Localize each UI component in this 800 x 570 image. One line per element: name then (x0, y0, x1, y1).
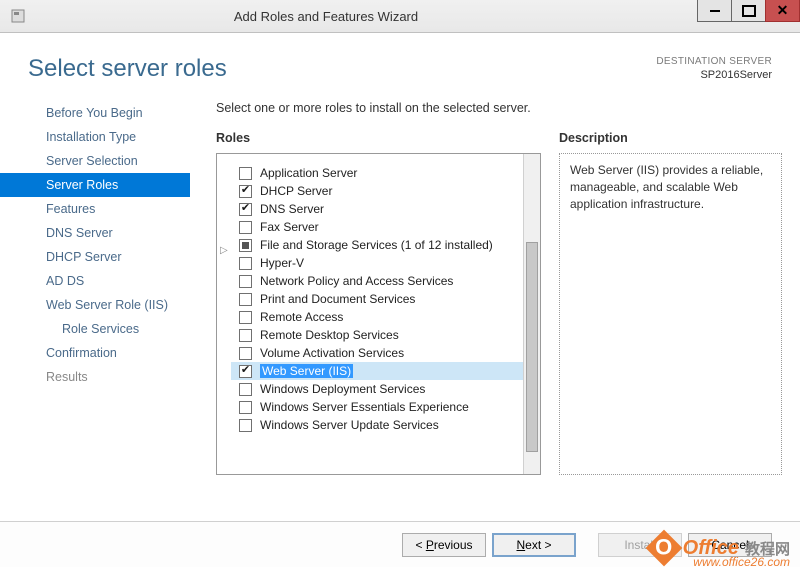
destination-name: SP2016Server (656, 68, 772, 82)
main-panel: Select one or more roles to install on t… (190, 95, 800, 475)
destination-server-block: DESTINATION SERVER SP2016Server (656, 55, 772, 83)
role-row[interactable]: DNS Server (231, 200, 523, 218)
role-label: Fax Server (260, 220, 319, 234)
expand-icon[interactable]: ▷ (220, 245, 228, 256)
role-label: DNS Server (260, 202, 324, 216)
role-checkbox[interactable] (239, 203, 252, 216)
scrollbar-thumb[interactable] (526, 242, 538, 452)
role-label: Network Policy and Access Services (260, 274, 453, 288)
scrollbar[interactable] (523, 154, 540, 474)
role-label: Windows Deployment Services (260, 382, 425, 396)
wizard-body: Before You BeginInstallation TypeServer … (0, 93, 800, 475)
role-label: Volume Activation Services (260, 346, 404, 360)
instruction-text: Select one or more roles to install on t… (216, 101, 782, 115)
nav-item-web-server-role-iis-[interactable]: Web Server Role (IIS) (0, 293, 190, 317)
role-row[interactable]: File and Storage Services (1 of 12 insta… (231, 236, 523, 254)
role-label: File and Storage Services (1 of 12 insta… (260, 238, 493, 252)
role-checkbox[interactable] (239, 257, 252, 270)
nav-item-server-selection[interactable]: Server Selection (0, 149, 190, 173)
nav-item-features[interactable]: Features (0, 197, 190, 221)
maximize-button[interactable] (731, 0, 766, 22)
role-checkbox[interactable] (239, 383, 252, 396)
nav-item-before-you-begin[interactable]: Before You Begin (0, 101, 190, 125)
role-checkbox[interactable] (239, 293, 252, 306)
nav-item-confirmation[interactable]: Confirmation (0, 341, 190, 365)
wizard-header: Select server roles DESTINATION SERVER S… (0, 33, 800, 93)
role-row[interactable]: Windows Server Update Services (231, 416, 523, 434)
minimize-button[interactable] (697, 0, 732, 22)
title-bar: Add Roles and Features Wizard ✕ (0, 0, 800, 33)
role-row[interactable]: Web Server (IIS) (231, 362, 523, 380)
role-label: Application Server (260, 166, 357, 180)
nav-item-role-services[interactable]: Role Services (0, 317, 190, 341)
role-checkbox[interactable] (239, 419, 252, 432)
role-label: Print and Document Services (260, 292, 415, 306)
role-checkbox[interactable] (239, 401, 252, 414)
role-checkbox[interactable] (239, 365, 252, 378)
role-label: DHCP Server (260, 184, 332, 198)
role-checkbox[interactable] (239, 167, 252, 180)
role-label: Remote Access (260, 310, 343, 324)
role-label: Windows Server Essentials Experience (260, 400, 469, 414)
role-row[interactable]: Network Policy and Access Services (231, 272, 523, 290)
role-row[interactable]: Application Server (231, 164, 523, 182)
role-checkbox[interactable] (239, 221, 252, 234)
roles-heading: Roles (216, 131, 541, 145)
next-button[interactable]: Next > (492, 533, 576, 557)
roles-listbox[interactable]: ▷ Application Server DHCP Server DNS Serve… (216, 153, 541, 475)
watermark-icon: O (645, 530, 682, 567)
nav-item-dns-server[interactable]: DNS Server (0, 221, 190, 245)
role-row[interactable]: Remote Desktop Services (231, 326, 523, 344)
description-box: Web Server (IIS) provides a reliable, ma… (559, 153, 782, 475)
role-row[interactable]: DHCP Server (231, 182, 523, 200)
role-label: Hyper-V (260, 256, 304, 270)
role-row[interactable]: Fax Server (231, 218, 523, 236)
page-title: Select server roles (28, 55, 227, 83)
role-checkbox[interactable] (239, 347, 252, 360)
role-checkbox[interactable] (239, 275, 252, 288)
role-row[interactable]: Windows Deployment Services (231, 380, 523, 398)
role-label: Web Server (IIS) (260, 364, 353, 378)
wizard-nav: Before You BeginInstallation TypeServer … (0, 95, 190, 475)
nav-item-dhcp-server[interactable]: DHCP Server (0, 245, 190, 269)
window-title: Add Roles and Features Wizard (0, 9, 698, 24)
role-checkbox[interactable] (239, 185, 252, 198)
role-row[interactable]: Hyper-V (231, 254, 523, 272)
role-label: Windows Server Update Services (260, 418, 439, 432)
description-heading: Description (559, 131, 782, 145)
nav-item-installation-type[interactable]: Installation Type (0, 125, 190, 149)
nav-item-ad-ds[interactable]: AD DS (0, 269, 190, 293)
role-label: Remote Desktop Services (260, 328, 399, 342)
role-row[interactable]: Windows Server Essentials Experience (231, 398, 523, 416)
role-checkbox[interactable] (239, 311, 252, 324)
role-row[interactable]: Print and Document Services (231, 290, 523, 308)
close-button[interactable]: ✕ (765, 0, 800, 22)
previous-button[interactable]: < Previous (402, 533, 486, 557)
role-checkbox[interactable] (239, 329, 252, 342)
destination-label: DESTINATION SERVER (656, 55, 772, 68)
role-row[interactable]: Volume Activation Services (231, 344, 523, 362)
nav-item-server-roles[interactable]: Server Roles (0, 173, 190, 197)
nav-item-results[interactable]: Results (0, 365, 190, 389)
role-checkbox[interactable] (239, 239, 252, 252)
role-row[interactable]: Remote Access (231, 308, 523, 326)
